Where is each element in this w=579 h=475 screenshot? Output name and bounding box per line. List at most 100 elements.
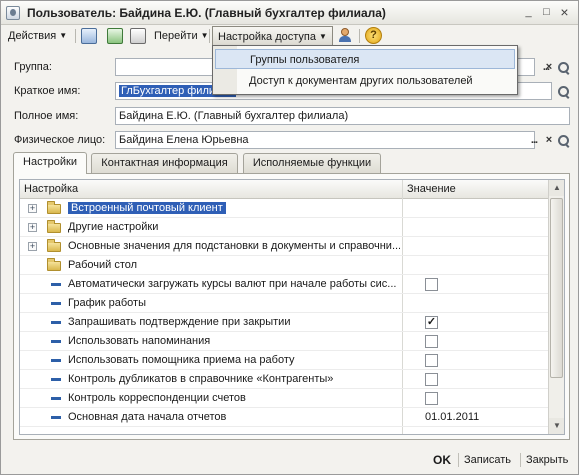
toolbar-divider — [75, 29, 76, 43]
help-icon[interactable]: ? — [365, 27, 382, 44]
setting-name: Использовать напоминания — [68, 335, 211, 347]
title-bar[interactable]: Пользователь: Байдина Е.Ю. (Главный бухг… — [1, 1, 578, 25]
checkbox[interactable] — [425, 354, 438, 367]
expand-icon[interactable]: + — [28, 204, 37, 213]
scroll-up-button[interactable]: ▲ — [549, 180, 564, 196]
short-name-label: Краткое имя: — [14, 85, 81, 97]
tab-contact-info[interactable]: Контактная информация — [91, 153, 238, 173]
actions-label: Действия — [8, 30, 57, 42]
setting-name-cell[interactable]: График работы — [68, 294, 400, 312]
table-row[interactable]: Рабочий стол — [20, 256, 548, 275]
group-clear-button[interactable]: × — [541, 60, 557, 76]
setting-name: График работы — [68, 297, 146, 309]
checkbox[interactable] — [425, 278, 438, 291]
setting-value[interactable] — [425, 256, 545, 274]
footer-divider — [520, 453, 521, 467]
refresh-icon[interactable] — [107, 28, 123, 44]
setting-item-icon — [51, 321, 61, 324]
user-head-shape — [341, 28, 349, 36]
access-label: Настройка доступа — [218, 31, 316, 43]
setting-name-cell[interactable]: Контроль дубликатов в справочнике «Контр… — [68, 370, 400, 388]
table-row[interactable]: Запрашивать подтверждение при закрытии ✓ — [20, 313, 548, 332]
setting-name: Основная дата начала отчетов — [68, 411, 227, 423]
search-icon[interactable] — [556, 134, 570, 148]
person-clear-button[interactable]: × — [541, 133, 557, 149]
save-button[interactable]: Записать — [464, 451, 511, 469]
ok-button[interactable]: OK — [433, 451, 451, 469]
document-icon[interactable] — [130, 28, 146, 44]
setting-name-cell[interactable]: Основные значения для подстановки в доку… — [68, 237, 400, 255]
expand-icon[interactable]: + — [28, 223, 37, 232]
table-row[interactable]: Контроль дубликатов в справочнике «Контр… — [20, 370, 548, 389]
full-name-label: Полное имя: — [14, 110, 79, 122]
checkbox[interactable] — [425, 335, 438, 348]
person-field[interactable]: Байдина Елена Юрьевна — [115, 131, 535, 149]
setting-item-icon — [51, 397, 61, 400]
setting-value[interactable] — [425, 218, 545, 236]
save-doc-icon[interactable] — [81, 28, 97, 44]
setting-name-cell[interactable]: Встроенный почтовый клиент — [68, 199, 400, 217]
access-settings-dropdown: Группы пользователя Доступ к документам … — [212, 45, 518, 95]
table-row[interactable]: Использовать напоминания — [20, 332, 548, 351]
setting-name: Рабочий стол — [68, 259, 138, 271]
close-window-button[interactable]: × — [557, 5, 572, 20]
setting-name-cell[interactable]: Использовать помощника приема на работу — [68, 351, 400, 369]
setting-name-cell[interactable]: Рабочий стол — [68, 256, 400, 274]
setting-name-cell[interactable]: Использовать напоминания — [68, 332, 400, 350]
table-row[interactable]: Использовать помощника приема на работу — [20, 351, 548, 370]
person-select-button[interactable]: ... — [526, 133, 542, 149]
table-row[interactable]: Автоматически загружать курсы валют при … — [20, 275, 548, 294]
tab-settings[interactable]: Настройки — [13, 152, 87, 174]
setting-value[interactable] — [425, 199, 545, 217]
table-row[interactable]: График работы — [20, 294, 548, 313]
setting-name: Запрашивать подтверждение при закрытии — [68, 316, 291, 328]
close-button[interactable]: Закрыть — [526, 451, 568, 469]
group-label: Группа: — [14, 61, 52, 73]
setting-value[interactable] — [425, 237, 545, 255]
menu-item-user-groups[interactable]: Группы пользователя — [215, 49, 515, 69]
setting-item-icon — [51, 283, 61, 286]
scroll-thumb[interactable] — [550, 198, 563, 378]
maximize-button[interactable]: □ — [539, 6, 554, 20]
goto-label: Перейти — [154, 30, 198, 42]
table-row[interactable]: + Встроенный почтовый клиент — [20, 199, 548, 218]
checkbox[interactable] — [425, 373, 438, 386]
menu-item-other-users-docs-access[interactable]: Доступ к документам других пользователей — [215, 71, 515, 91]
expand-icon[interactable]: + — [28, 242, 37, 251]
setting-name: Использовать помощника приема на работу — [68, 354, 295, 366]
setting-name-cell[interactable]: Контроль корреспонденции счетов — [68, 389, 400, 407]
scroll-down-button[interactable]: ▼ — [549, 418, 564, 434]
minimize-button[interactable]: _ — [521, 6, 536, 20]
table-row[interactable]: + Другие настройки — [20, 218, 548, 237]
toolbar-divider — [209, 29, 210, 43]
tab-functions[interactable]: Исполняемые функции — [243, 153, 381, 173]
setting-value[interactable] — [425, 294, 545, 312]
table-row[interactable]: Контроль корреспонденции счетов — [20, 389, 548, 408]
actions-menu-button[interactable]: Действия ▼ — [8, 26, 67, 46]
checkbox-checked[interactable]: ✓ — [425, 316, 438, 329]
table-row[interactable]: + Основные значения для подстановки в док… — [20, 237, 548, 256]
setting-name: Другие настройки — [68, 221, 159, 233]
setting-item-icon — [51, 416, 61, 419]
user-icon[interactable] — [337, 27, 353, 43]
search-icon[interactable] — [556, 61, 570, 75]
setting-item-icon — [51, 359, 61, 362]
setting-name-cell[interactable]: Автоматически загружать курсы валют при … — [68, 275, 400, 293]
full-name-field[interactable]: Байдина Е.Ю. (Главный бухгалтер филиала) — [115, 107, 570, 125]
search-icon[interactable] — [556, 85, 570, 99]
column-header-setting[interactable]: Настройка — [20, 180, 403, 199]
column-header-value[interactable]: Значение — [403, 180, 548, 199]
toolbar: Действия ▼ Перейти ▼ Настройка доступа ▼ ? — [1, 25, 578, 47]
setting-name-cell[interactable]: Основная дата начала отчетов — [68, 408, 400, 426]
setting-name-cell[interactable]: Запрашивать подтверждение при закрытии — [68, 313, 400, 331]
checkbox[interactable] — [425, 392, 438, 405]
vertical-scrollbar[interactable]: ▲ ▼ — [548, 180, 564, 434]
access-settings-menu-button[interactable]: Настройка доступа ▼ — [212, 26, 333, 46]
setting-name: Встроенный почтовый клиент — [68, 202, 226, 214]
table-row[interactable]: Основная дата начала отчетов 01.01.2011 — [20, 408, 548, 427]
setting-item-icon — [51, 302, 61, 305]
setting-value[interactable]: 01.01.2011 — [425, 408, 545, 426]
setting-name-cell[interactable]: Другие настройки — [68, 218, 400, 236]
goto-menu-button[interactable]: Перейти ▼ — [154, 26, 209, 46]
setting-item-icon — [51, 340, 61, 343]
